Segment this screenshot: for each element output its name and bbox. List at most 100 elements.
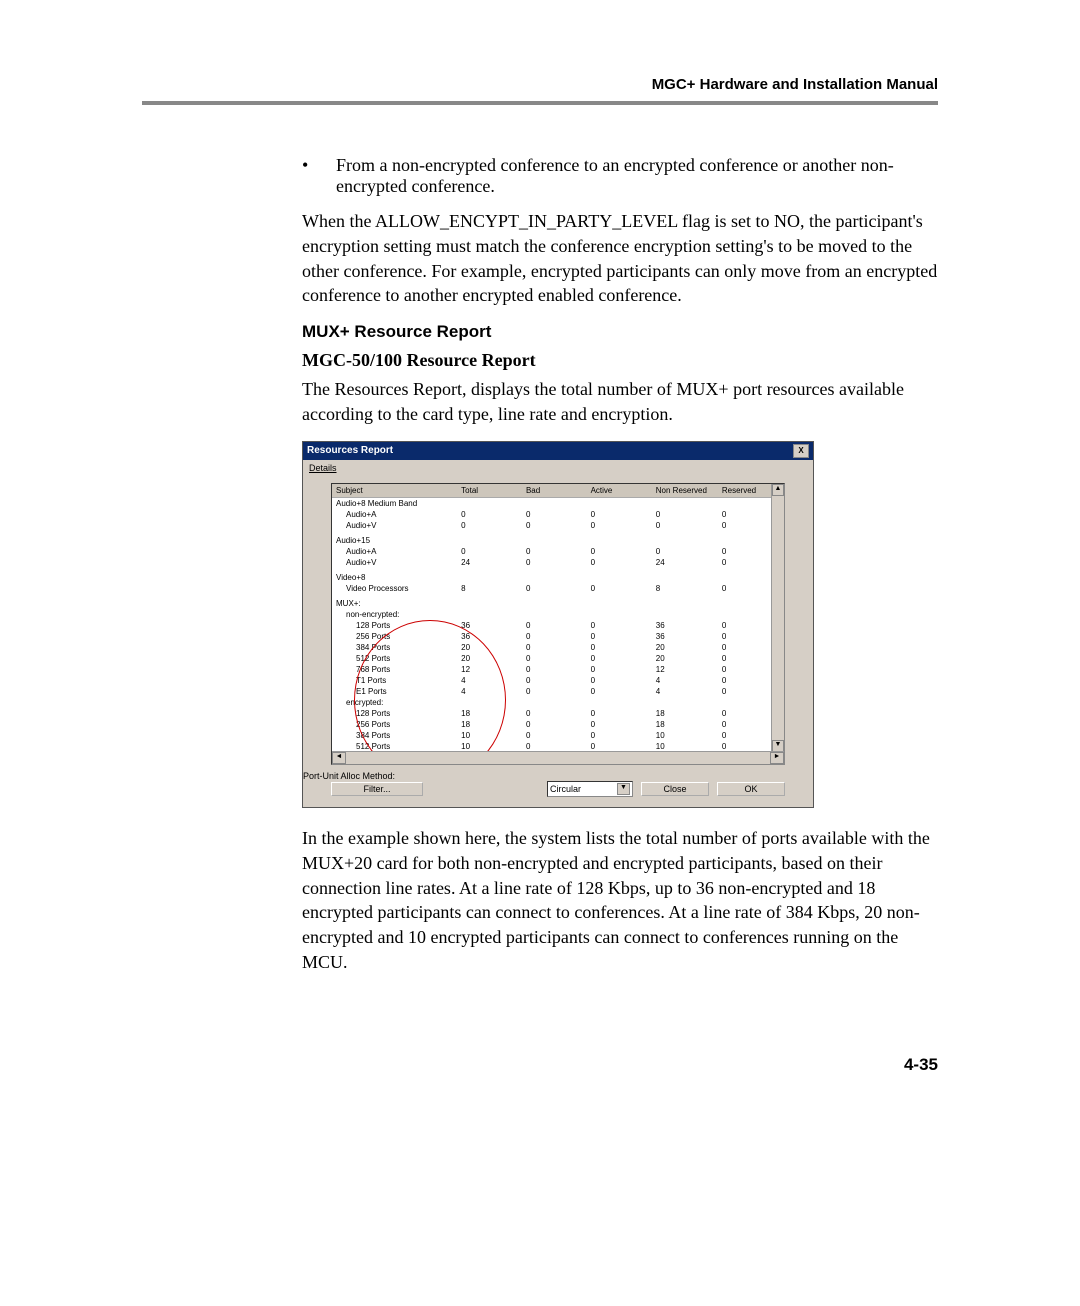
table-row[interactable]: Audio+V00000 bbox=[332, 520, 784, 531]
row-subject: Video+8 bbox=[332, 572, 457, 583]
close-button[interactable]: Close bbox=[641, 782, 709, 796]
grid-col-header[interactable]: Active bbox=[587, 484, 652, 498]
chevron-down-icon[interactable]: ▼ bbox=[617, 783, 630, 795]
row-value: 0 bbox=[587, 631, 652, 642]
row-subject: 768 Ports bbox=[332, 664, 457, 675]
grid-col-header[interactable]: Non Reserved bbox=[652, 484, 718, 498]
row-value: 0 bbox=[587, 664, 652, 675]
row-value: 20 bbox=[457, 642, 522, 653]
row-value: 20 bbox=[652, 642, 718, 653]
row-value bbox=[457, 497, 522, 509]
row-value: 0 bbox=[587, 653, 652, 664]
row-value bbox=[522, 609, 587, 620]
table-row[interactable]: 768 Ports1200120 bbox=[332, 664, 784, 675]
close-icon[interactable]: X bbox=[793, 444, 809, 458]
alloc-method-label: Port-Unit Alloc Method: bbox=[303, 771, 395, 781]
row-value: 0 bbox=[457, 509, 522, 520]
row-subject: 128 Ports bbox=[332, 708, 457, 719]
row-value: 4 bbox=[457, 686, 522, 697]
table-row[interactable]: 256 Ports3600360 bbox=[332, 631, 784, 642]
grid-header-row: SubjectTotalBadActiveNon ReservedReserve… bbox=[332, 484, 784, 498]
row-value: 20 bbox=[652, 653, 718, 664]
ok-button[interactable]: OK bbox=[717, 782, 785, 796]
row-value: 18 bbox=[457, 708, 522, 719]
row-value: 0 bbox=[522, 509, 587, 520]
row-value: 4 bbox=[652, 675, 718, 686]
row-value: 0 bbox=[652, 520, 718, 531]
bullet-mark: • bbox=[302, 155, 336, 197]
row-value: 0 bbox=[522, 520, 587, 531]
row-value: 0 bbox=[522, 620, 587, 631]
row-value bbox=[457, 535, 522, 546]
table-row[interactable]: Audio+8 Medium Band bbox=[332, 497, 784, 509]
row-value: 0 bbox=[587, 675, 652, 686]
row-subject: Audio+V bbox=[332, 557, 457, 568]
grid-col-header[interactable]: Bad bbox=[522, 484, 587, 498]
table-row[interactable]: Audio+V2400240 bbox=[332, 557, 784, 568]
row-value: 0 bbox=[522, 631, 587, 642]
row-value bbox=[587, 497, 652, 509]
table-row[interactable]: MUX+: bbox=[332, 598, 784, 609]
table-row[interactable]: encrypted: bbox=[332, 697, 784, 708]
details-menu[interactable]: Details bbox=[303, 460, 813, 473]
table-row[interactable]: 128 Ports3600360 bbox=[332, 620, 784, 631]
vertical-scrollbar[interactable]: ▲ ▼ bbox=[771, 484, 784, 752]
row-subject: 512 Ports bbox=[332, 653, 457, 664]
scroll-up-icon[interactable]: ▲ bbox=[772, 484, 784, 496]
alloc-method-value: Circular bbox=[550, 784, 581, 794]
row-subject: MUX+: bbox=[332, 598, 457, 609]
row-value: 0 bbox=[522, 557, 587, 568]
row-value: 0 bbox=[587, 642, 652, 653]
grid-col-header[interactable]: Total bbox=[457, 484, 522, 498]
table-row[interactable]: 256 Ports1800180 bbox=[332, 719, 784, 730]
row-subject: Video Processors bbox=[332, 583, 457, 594]
para-allow-flag: When the ALLOW_ENCYPT_IN_PARTY_LEVEL fla… bbox=[302, 209, 938, 308]
table-row[interactable]: Audio+15 bbox=[332, 535, 784, 546]
table-row[interactable]: non-encrypted: bbox=[332, 609, 784, 620]
row-value: 0 bbox=[587, 719, 652, 730]
row-value: 4 bbox=[652, 686, 718, 697]
table-row[interactable]: 128 Ports1800180 bbox=[332, 708, 784, 719]
row-value bbox=[587, 697, 652, 708]
row-value: 0 bbox=[587, 686, 652, 697]
resources-grid[interactable]: SubjectTotalBadActiveNon ReservedReserve… bbox=[331, 483, 785, 765]
table-row[interactable]: Video Processors80080 bbox=[332, 583, 784, 594]
filter-button[interactable]: Filter... bbox=[331, 782, 423, 796]
table-row[interactable]: 384 Ports2000200 bbox=[332, 642, 784, 653]
row-value bbox=[652, 535, 718, 546]
table-row[interactable]: Video+8 bbox=[332, 572, 784, 583]
grid-col-header[interactable]: Subject bbox=[332, 484, 457, 498]
row-value bbox=[457, 609, 522, 620]
scroll-left-icon[interactable]: ◄ bbox=[332, 752, 346, 764]
row-value: 12 bbox=[652, 664, 718, 675]
row-value bbox=[587, 598, 652, 609]
table-row[interactable]: Audio+A00000 bbox=[332, 509, 784, 520]
resources-report-dialog: Resources Report X Details SubjectTotalB… bbox=[302, 441, 814, 808]
row-value bbox=[587, 535, 652, 546]
heading-mux-resource: MUX+ Resource Report bbox=[302, 322, 938, 342]
row-value: 0 bbox=[522, 583, 587, 594]
row-value: 36 bbox=[652, 631, 718, 642]
row-value: 0 bbox=[652, 509, 718, 520]
doc-header-title: MGC+ Hardware and Installation Manual bbox=[142, 76, 938, 93]
bullet-text: From a non-encrypted conference to an en… bbox=[336, 155, 938, 197]
row-value: 0 bbox=[522, 675, 587, 686]
table-row[interactable]: 512 Ports2000200 bbox=[332, 653, 784, 664]
table-row[interactable]: T1 Ports40040 bbox=[332, 675, 784, 686]
table-row[interactable]: E1 Ports40040 bbox=[332, 686, 784, 697]
alloc-method-select[interactable]: Circular ▼ bbox=[547, 781, 633, 797]
bullet-item: • From a non-encrypted conference to an … bbox=[302, 155, 938, 197]
horizontal-scrollbar[interactable]: ◄ ► bbox=[332, 751, 784, 764]
dialog-titlebar[interactable]: Resources Report X bbox=[303, 442, 813, 460]
row-value bbox=[587, 609, 652, 620]
row-value bbox=[652, 609, 718, 620]
table-row[interactable]: Audio+A00000 bbox=[332, 546, 784, 557]
row-value: 18 bbox=[652, 708, 718, 719]
row-value bbox=[652, 497, 718, 509]
row-value: 0 bbox=[587, 520, 652, 531]
row-value: 18 bbox=[652, 719, 718, 730]
table-row[interactable]: 384 Ports1000100 bbox=[332, 730, 784, 741]
scroll-right-icon[interactable]: ► bbox=[770, 752, 784, 764]
row-subject: T1 Ports bbox=[332, 675, 457, 686]
row-value: 24 bbox=[652, 557, 718, 568]
